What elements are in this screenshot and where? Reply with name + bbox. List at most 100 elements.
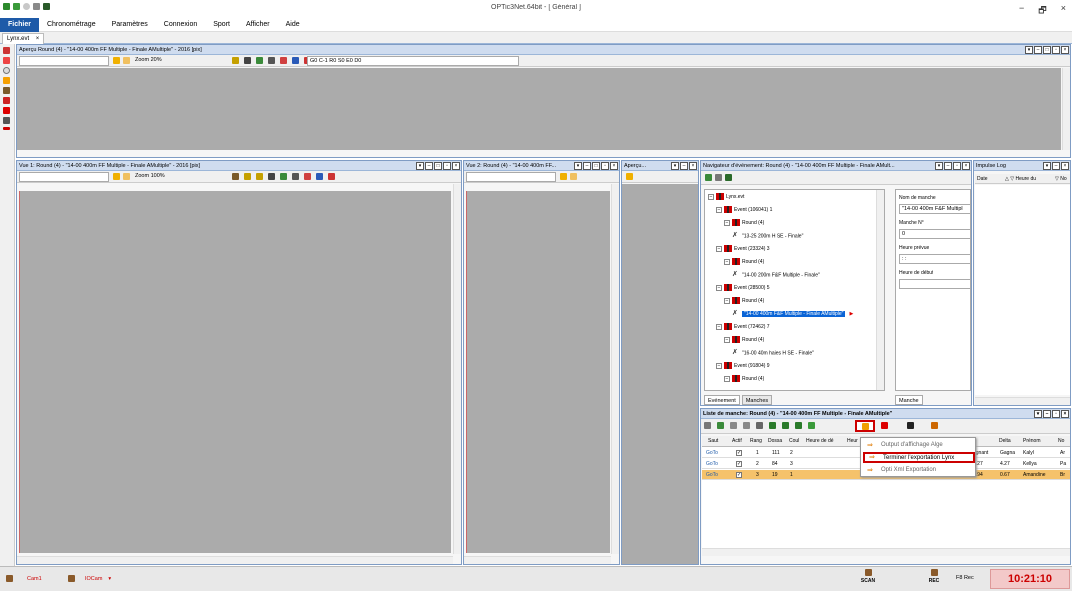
col-date[interactable]: Date [977,174,988,184]
minimize-panel-button[interactable]: – [425,162,433,170]
col-heure-depart[interactable]: Heure de dé [806,437,834,446]
apercu-small-canvas[interactable] [622,184,698,564]
gear-alt-icon[interactable] [256,173,263,180]
lane-icon[interactable] [3,87,10,94]
cell-saut[interactable]: GoTo [706,470,718,480]
col-actif[interactable]: Actif [732,437,742,446]
tree-item-event[interactable]: − Event (72462) 7 [716,323,770,331]
menu-parametres[interactable]: Paramètres [104,18,156,32]
document-tab-lynx[interactable]: Lynx.evt × [2,33,45,44]
expand-icon[interactable]: − [716,284,722,291]
tab-manche-props[interactable]: Manche [895,395,923,405]
tree-item-round-race[interactable]: ✗ "16-00 40m haies H SE - Finale" [732,349,814,357]
actif-checkbox[interactable]: ✓ [736,461,742,467]
cell-saut[interactable]: GoTo [706,448,718,458]
close-panel-button[interactable]: × [689,162,697,170]
col-prenom[interactable]: Prénom [1023,437,1041,446]
minimize-panel-button[interactable]: – [1034,46,1042,54]
cursor-icon[interactable] [560,173,567,180]
expand-icon[interactable]: − [716,206,722,213]
pen-icon[interactable] [570,173,577,180]
cross-icon[interactable] [292,173,299,180]
tree-item-event[interactable]: − Round (4) [724,258,764,266]
tree-item-event[interactable]: − Event (28500) 5 [716,284,770,292]
close-panel-button[interactable]: × [610,162,618,170]
add-event-icon[interactable] [705,174,712,181]
tools-icon[interactable] [715,174,722,181]
menu-afficher[interactable]: Afficher [238,18,278,32]
lane-icon[interactable] [232,173,239,180]
minimize-panel-button[interactable]: – [583,162,591,170]
flag-icon[interactable] [304,173,311,180]
tree-item-event[interactable]: − Lynx.evt [708,193,744,201]
minimize-button[interactable]: − [1019,3,1024,19]
close-button[interactable]: × [1061,3,1066,19]
vue1-time-input[interactable] [19,172,109,182]
float-panel-button[interactable]: ▫ [1052,410,1060,418]
expand-icon[interactable]: − [724,219,730,226]
vue2-hscroll[interactable] [464,556,611,564]
scan-button[interactable]: SCAN [858,569,878,584]
new-icon[interactable] [756,422,763,429]
expand-icon[interactable]: − [724,297,730,304]
close-panel-button[interactable]: × [1061,46,1069,54]
pdf-icon[interactable] [3,57,10,64]
liste-hscroll[interactable] [702,548,1070,556]
star-icon[interactable] [268,173,275,180]
tree-item-round-race[interactable]: ✗ "13-25 200m H SE - Finale" [732,232,803,240]
menu-item-terminer-export-lynx[interactable]: ⇒ Terminer l'exportation Lynx [863,452,975,463]
cross-icon[interactable] [268,57,275,64]
alarm-icon[interactable] [3,77,10,84]
doc-icon[interactable] [730,422,737,429]
flag-icon[interactable] [280,57,287,64]
rec-button[interactable]: REC [924,569,944,584]
tree-vscroll[interactable] [876,190,884,390]
dropdown-icon[interactable]: ▾ [935,162,943,170]
cursor-icon[interactable] [113,173,120,180]
expand-icon[interactable]: − [724,258,730,265]
vue1-vscroll[interactable] [453,184,461,554]
expand-icon[interactable]: − [716,362,722,369]
float-panel-button[interactable]: ▫ [1052,46,1060,54]
runner-tool-icon[interactable] [3,117,10,124]
col-no[interactable]: No [1058,437,1064,446]
col-rang[interactable]: Rang [750,437,762,446]
runner-remove-icon[interactable] [795,422,802,429]
runner-add-icon[interactable] [782,422,789,429]
col-heure[interactable]: Heur [847,437,858,446]
close-panel-button[interactable]: × [962,162,970,170]
star-icon[interactable] [244,57,251,64]
minimize-panel-button[interactable]: – [1052,162,1060,170]
col-saut[interactable]: Saut [708,437,718,446]
col-coul[interactable]: Coul [789,437,799,446]
float-panel-button[interactable]: ▫ [443,162,451,170]
vue1-hscroll[interactable] [17,556,453,564]
actif-checkbox[interactable]: ✓ [736,450,742,456]
float-panel-button[interactable]: ▫ [953,162,961,170]
runner-icon[interactable] [725,174,732,181]
gear-icon[interactable] [232,57,239,64]
col-heure[interactable]: △ ▽ Heure du [1005,174,1036,184]
iocam-button[interactable]: IOCam ▾ [66,571,132,587]
close-panel-button[interactable]: × [1061,410,1069,418]
menu-connexion[interactable]: Connexion [156,18,205,32]
col-dossa[interactable]: Dossa [768,437,782,446]
minimize-panel-button[interactable]: – [1043,410,1051,418]
pen-icon[interactable] [123,57,130,64]
col-delta[interactable]: Delta [999,437,1011,446]
lynx-icon[interactable] [931,422,938,429]
expand-icon[interactable]: − [724,375,730,382]
dropdown-icon[interactable]: ▾ [574,162,582,170]
doc-tab-close-icon[interactable]: × [36,36,40,42]
tree-item-event[interactable]: − Round (4) [724,336,764,344]
ruler-icon[interactable] [316,173,323,180]
col-no[interactable]: ▽ No [1055,174,1067,184]
tree-item-round-race[interactable]: ✗ "14-00 200m F&F Multiple - Finale" [732,271,820,279]
copy-icon[interactable] [743,422,750,429]
rewind-icon[interactable] [769,422,776,429]
cell-saut[interactable]: GoTo [706,459,718,469]
manche-no-field[interactable]: 0 [899,229,971,239]
expand-icon[interactable]: − [708,193,714,200]
menu-fichier[interactable]: Fichier [0,18,39,32]
vue2-canvas[interactable] [466,191,610,553]
